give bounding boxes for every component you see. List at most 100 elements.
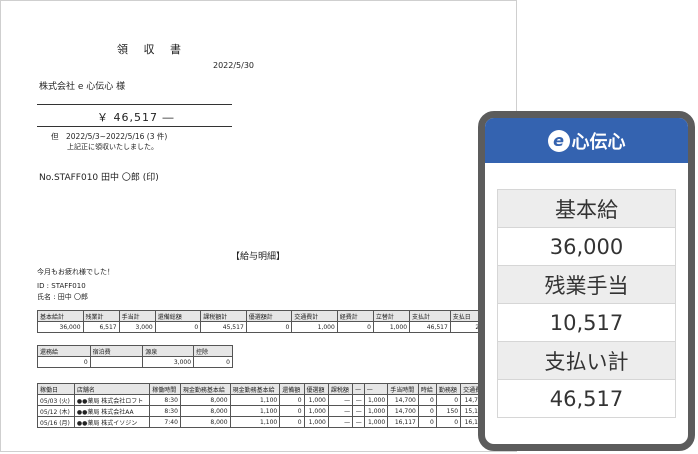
table-cell: 0	[417, 405, 437, 417]
table-header-cell: 立替計	[372, 310, 411, 322]
table-header-cell: 手当時間	[387, 383, 419, 395]
table-cell: —	[352, 394, 365, 406]
table-cell: 0	[435, 416, 462, 428]
table-cell: ●●薬局 株式会社AA	[73, 405, 151, 417]
table-cell: 0	[279, 394, 305, 406]
table-row: 05/16 (月) ●●薬局 株式イソジン 7:40 8,000 1,100 0 1,000…	[37, 416, 513, 428]
staff-name: 氏名 : 田中 〇郎	[37, 293, 89, 301]
amount-bottom-rule	[37, 126, 232, 127]
table-cell: 1,000	[303, 405, 329, 417]
table-header-cell: 優選額	[303, 383, 329, 395]
table-header-cell: 宿泊費	[89, 345, 144, 357]
table-cell: —	[327, 405, 354, 417]
table-cell: 14,700	[387, 405, 419, 417]
table-header-cell: 還備額	[279, 383, 305, 395]
table-cell: —	[352, 405, 365, 417]
table-value-cell: 36,000	[37, 321, 84, 333]
recipient: 株式会社 e 心伝心 様	[39, 82, 126, 92]
table-cell: 8,000	[179, 405, 231, 417]
table-cell: —	[352, 416, 365, 428]
table-cell: 1,000	[303, 416, 329, 428]
table-cell: 05/03 (火)	[37, 394, 75, 406]
table-header-cell: 課税額計	[200, 310, 247, 322]
table-value-cell: 1,000	[372, 321, 411, 333]
work-detail-table: 稼働日 店舗名 稼働時間 現金勤務基本給 現金勤務基本給 還備額 優選額 課税額 — — 手当時間時…	[37, 383, 514, 428]
table-header-cell: 手当計	[118, 310, 156, 322]
salary-summary: 基本給 36,000 残業手当 10,517 支払い計 46,517	[497, 189, 676, 418]
receipt-title: 領 収 書	[117, 43, 187, 56]
table-header-cell: 基本給計	[37, 310, 84, 322]
table-header-cell: 稼働時間	[149, 383, 181, 395]
table-header-cell: 残業計	[82, 310, 120, 322]
table-header-cell: 支払計	[409, 310, 451, 322]
table-header-cell: 現金勤務基本給	[179, 383, 231, 395]
table-value-cell: 3,000	[142, 356, 195, 368]
table-cell: 05/12 (木)	[37, 405, 75, 417]
table-value-cell: 0	[193, 356, 233, 368]
table-header-cell: 店舗名	[73, 383, 151, 395]
table-cell: 0	[279, 405, 305, 417]
table-header-cell: 稼働日	[37, 383, 75, 395]
table-header-cell: 源泉	[142, 345, 195, 357]
table-cell: 1,100	[229, 394, 281, 406]
table-cell: 1,000	[363, 394, 389, 406]
label-overtime: 残業手当	[498, 266, 675, 304]
table-header-cell: 控除	[193, 345, 233, 357]
value-total-paid: 46,517	[498, 380, 675, 417]
table-cell: ●●薬局 株式会社ロフト	[73, 394, 151, 406]
amount-top-rule	[37, 104, 232, 105]
table-header-cell: 還務給	[37, 345, 91, 357]
label-basic-pay: 基本給	[498, 190, 675, 228]
table-value-cell: 46,517	[409, 321, 451, 333]
table-cell: 16,117	[387, 416, 419, 428]
table-header-cell: 課税額	[327, 383, 354, 395]
phone-card: e 心伝心 基本給 36,000 残業手当 10,517 支払い計 46,517	[478, 111, 695, 451]
table-cell: 1,100	[229, 416, 281, 428]
app-logo: e 心伝心	[547, 128, 626, 154]
table-value-cell: 3,000	[118, 321, 156, 333]
receipt-document: 領 収 書 2022/5/30 株式会社 e 心伝心 様 ￥ 46,517 ― …	[0, 0, 517, 452]
table-cell: ●●薬局 株式イソジン	[73, 416, 151, 428]
table-header-cell: 経費計	[336, 310, 374, 322]
table-cell: 14,700	[387, 394, 419, 406]
receipt-amount: ￥ 46,517 ―	[97, 111, 175, 124]
staff-line: No.STAFF010 田中 〇郎 (印)	[39, 173, 159, 183]
staff-id: ID : STAFF010	[37, 282, 86, 290]
receipt-date: 2022/5/30	[213, 61, 255, 70]
logo-text: 心伝心	[571, 131, 626, 153]
table-cell: 1,100	[229, 405, 281, 417]
value-overtime: 10,517	[498, 304, 675, 342]
label-total-paid: 支払い計	[498, 342, 675, 380]
table-header-cell: 勤務額	[435, 383, 462, 395]
summary-table: 基本給計 残業計 手当計 還備総額 課税額計 優選額計 交通費計 経費計 立替計 支払計 支払日 3…	[37, 310, 514, 333]
card-header: e 心伝心	[485, 118, 688, 163]
deduction-table: 還務給 宿泊費 源泉 控除 0 3,000 0	[37, 345, 233, 368]
table-cell: 0	[435, 394, 462, 406]
table-row: 05/03 (火) ●●薬局 株式会社ロフト 8:30 8,000 1,100 0 1,00…	[37, 394, 513, 406]
table-header-cell: 優選額計	[245, 310, 293, 322]
table-cell: —	[327, 394, 354, 406]
table-header-cell: —	[352, 383, 365, 395]
table-value-cell: 0	[336, 321, 374, 333]
table-value-cell: 6,517	[82, 321, 120, 333]
table-cell: 8:30	[149, 394, 181, 406]
receipt-note: 上記正に領収いたしました。	[67, 143, 158, 151]
table-cell: 0	[417, 416, 437, 428]
table-cell: 8:30	[149, 405, 181, 417]
table-row: 05/12 (木) ●●薬局 株式会社AA 8:30 8,000 1,100 0 1,000…	[37, 405, 513, 417]
table-value-cell: 45,517	[200, 321, 247, 333]
table-header-cell: 還備総額	[154, 310, 202, 322]
table-header-cell: 交通費計	[291, 310, 338, 322]
table-value-cell: 1,000	[291, 321, 338, 333]
table-header-cell: 時給	[417, 383, 437, 395]
table-cell: —	[327, 416, 354, 428]
table-cell: 0	[417, 394, 437, 406]
logo-e-icon: e	[547, 129, 570, 152]
table-cell: 1,000	[363, 405, 389, 417]
table-cell: 8,000	[179, 394, 231, 406]
table-cell: 1,000	[303, 394, 329, 406]
table-cell: 0	[279, 416, 305, 428]
table-value-cell: 0	[154, 321, 202, 333]
table-cell: 7:40	[149, 416, 181, 428]
value-basic-pay: 36,000	[498, 228, 675, 266]
